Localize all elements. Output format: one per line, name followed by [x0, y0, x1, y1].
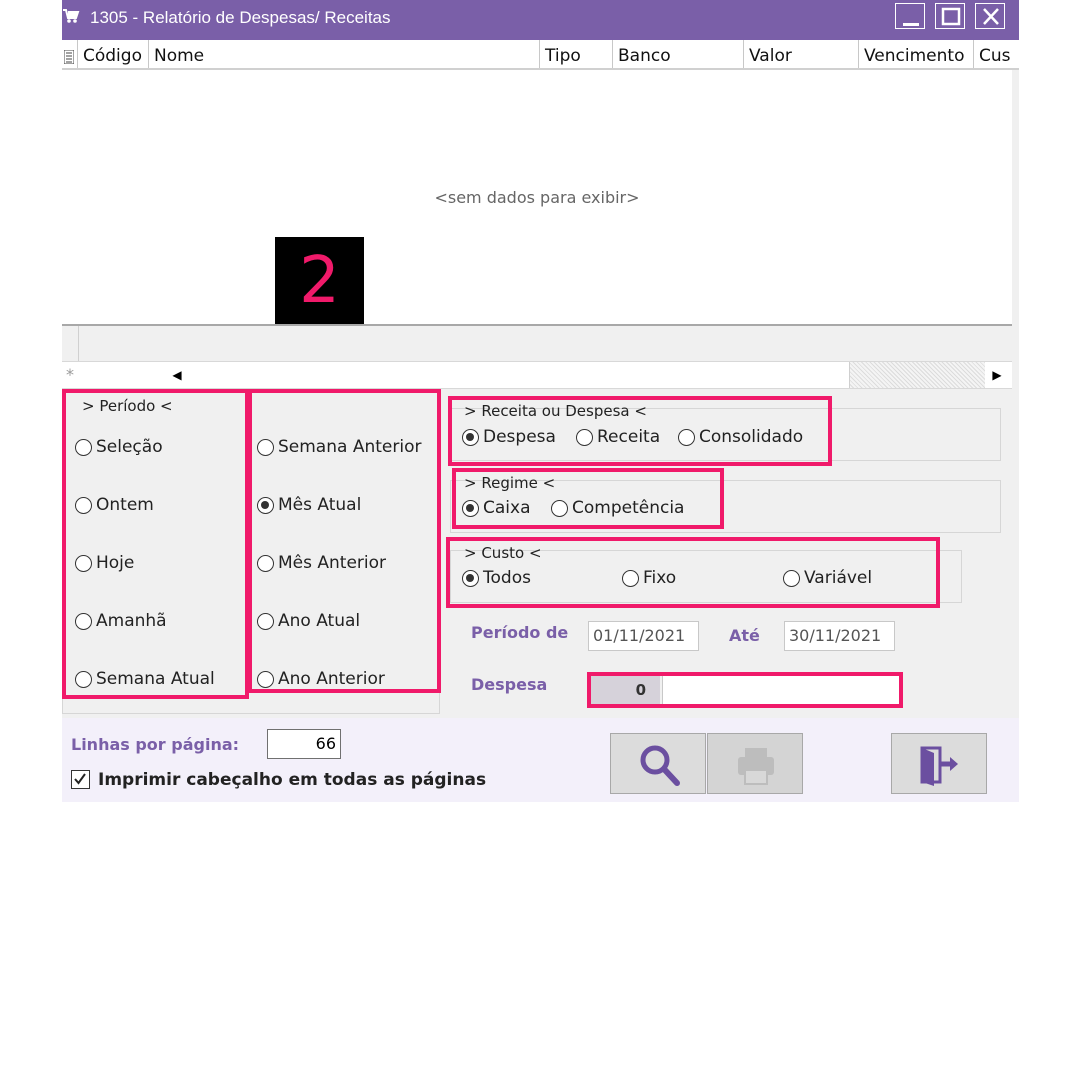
column-header-vencimento[interactable]: Vencimento: [858, 40, 973, 68]
scroll-left-icon[interactable]: ◀: [166, 364, 188, 386]
maximize-button[interactable]: [935, 3, 965, 29]
lines-per-page-input[interactable]: 66: [267, 729, 341, 759]
grid-header: Código Nome Tipo Banco Valor Vencimento …: [62, 40, 1019, 70]
checkmark-icon: [74, 773, 86, 785]
minimize-button[interactable]: [895, 3, 925, 29]
column-header-codigo[interactable]: Código: [77, 40, 147, 68]
print-icon: [738, 748, 774, 785]
report-window: 1305 - Relatório de Despesas/ Receitas C…: [62, 0, 1019, 802]
step-marker: 2: [275, 237, 364, 326]
date-from-field[interactable]: 01/11/2021: [588, 621, 699, 651]
column-header-custo[interactable]: Cus: [973, 40, 1013, 68]
date-to-field[interactable]: 30/11/2021: [784, 621, 895, 651]
search-button[interactable]: [610, 733, 706, 794]
close-icon: [983, 8, 999, 25]
grid-footer: [62, 324, 1012, 362]
despesa-label: Despesa: [471, 675, 548, 694]
window-title: 1305 - Relatório de Despesas/ Receitas: [90, 8, 391, 27]
column-chooser-icon[interactable]: [63, 49, 75, 68]
cart-icon: [62, 6, 80, 28]
column-header-nome[interactable]: Nome: [148, 40, 538, 68]
print-header-checkbox[interactable]: [71, 770, 90, 789]
column-header-tipo[interactable]: Tipo: [539, 40, 612, 68]
highlight-periodo-right: [248, 389, 441, 693]
grid-body[interactable]: <sem dados para exibir> 2: [62, 70, 1012, 326]
highlight-periodo-left: [62, 389, 249, 699]
horizontal-scrollbar[interactable]: * ◀ ▶: [62, 361, 1012, 389]
close-button[interactable]: [975, 3, 1005, 29]
scroll-track[interactable]: [849, 362, 985, 388]
highlight-despesa: [587, 672, 903, 708]
exit-icon: [920, 746, 958, 786]
minimize-icon: [903, 23, 919, 26]
print-button[interactable]: [707, 733, 803, 794]
lines-per-page-label: Linhas por página:: [71, 735, 240, 754]
periodo-de-label: Período de: [471, 623, 569, 642]
exit-button[interactable]: [891, 733, 987, 794]
highlight-regime: [452, 468, 724, 529]
empty-grid-message: <sem dados para exibir>: [434, 188, 640, 207]
search-icon: [640, 745, 680, 786]
title-bar: 1305 - Relatório de Despesas/ Receitas: [62, 0, 1019, 40]
ate-label: Até: [729, 626, 760, 645]
highlight-receita-despesa: [448, 396, 832, 466]
maximize-icon: [941, 7, 961, 26]
column-header-valor[interactable]: Valor: [743, 40, 858, 68]
highlight-custo: [446, 537, 940, 608]
new-row-icon: *: [66, 365, 74, 384]
scroll-right-icon[interactable]: ▶: [986, 364, 1008, 386]
print-header-label: Imprimir cabeçalho em todas as páginas: [98, 770, 487, 790]
column-header-banco[interactable]: Banco: [612, 40, 743, 68]
